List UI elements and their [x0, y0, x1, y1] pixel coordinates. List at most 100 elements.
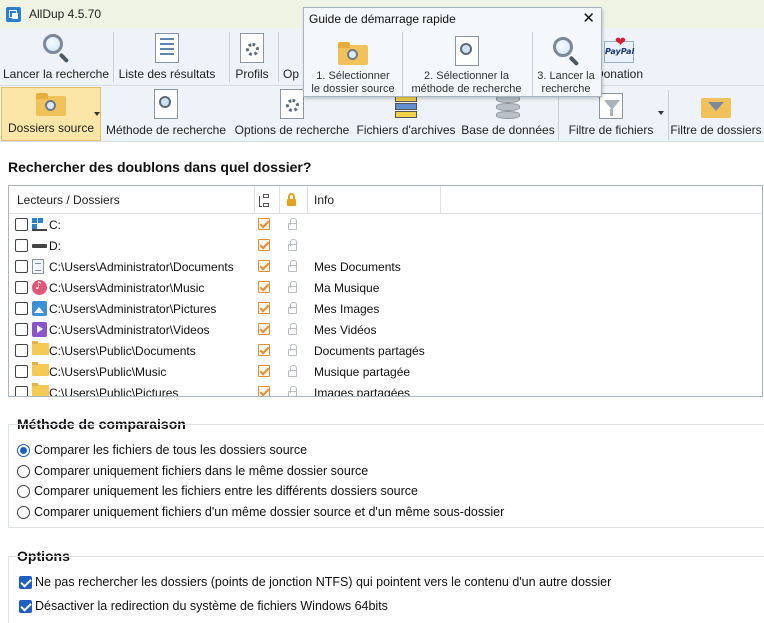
row-checkbox[interactable] [15, 239, 28, 252]
row-checkbox[interactable] [15, 302, 28, 315]
column-folders[interactable]: Lecteurs / Dossiers [17, 186, 120, 214]
close-icon[interactable]: ✕ [582, 9, 595, 27]
table-row[interactable]: C:\Users\Administrator\Documents Mes Docu… [9, 256, 762, 277]
profiles-button[interactable]: Profils [231, 28, 273, 86]
alldup-window: AllDup 4.5.70 Lancer la recherche Liste … [0, 0, 764, 623]
options-button[interactable]: Op [283, 28, 305, 86]
step-1-line2: le dossier source [311, 83, 395, 95]
option-checkbox-1[interactable] [19, 576, 32, 589]
include-subfolders-checkbox[interactable] [258, 218, 270, 230]
table-row[interactable]: C:\Users\Administrator\Pictures Mes Image… [9, 298, 762, 319]
search-options-gear-icon [280, 89, 304, 119]
folder-path: C:\Users\Public\Pictures [49, 386, 179, 397]
quickstart-step-1[interactable]: 1. Sélectionner le dossier source [305, 32, 401, 98]
lock-icon[interactable] [288, 239, 297, 251]
profiles-label: Profils [235, 67, 269, 81]
include-subfolders-checkbox[interactable] [258, 281, 270, 293]
source-folder-icon [36, 93, 66, 117]
table-row[interactable]: C: [9, 214, 762, 235]
row-checkbox[interactable] [15, 260, 28, 273]
folder-path: C:\Users\Administrator\Documents [49, 260, 234, 274]
start-search-button[interactable]: Lancer la recherche [2, 28, 110, 86]
subfolders-column-icon[interactable] [258, 186, 272, 214]
folder-path: C:\Users\Administrator\Music [49, 281, 205, 295]
comparison-option-label[interactable]: Comparer uniquement les fichiers entre l… [34, 484, 418, 498]
include-subfolders-checkbox[interactable] [258, 260, 270, 272]
folders-grid[interactable]: Lecteurs / Dossiers Info C: D: C:\Users\Ad… [8, 185, 763, 397]
option-label[interactable]: Ne pas rechercher les dossiers (points d… [35, 575, 611, 589]
source-folders-label: Dossiers source [7, 121, 95, 135]
table-row[interactable]: D: [9, 235, 762, 256]
lock-icon[interactable] [288, 260, 297, 272]
paypal-icon: ❤ PayPal [604, 35, 634, 63]
row-checkbox[interactable] [15, 323, 28, 336]
lock-icon[interactable] [288, 365, 297, 377]
row-checkbox[interactable] [15, 344, 28, 357]
tab-source-folders[interactable]: Dossiers source [1, 87, 101, 141]
row-checkbox[interactable] [15, 386, 28, 396]
tab-search-method[interactable]: Méthode de recherche [104, 86, 228, 142]
folder-info: Ma Musique [314, 281, 380, 295]
search-method-label: Méthode de recherche [105, 123, 227, 137]
results-list-icon [155, 33, 179, 63]
folder-info: Musique partagée [314, 365, 411, 379]
lock-column-icon[interactable] [285, 186, 299, 214]
comparison-radio-3[interactable] [17, 485, 30, 498]
results-list-button[interactable]: Liste des résultats [116, 28, 218, 86]
comparison-radio-2[interactable] [17, 465, 30, 478]
lock-icon[interactable] [288, 281, 297, 293]
search-method-icon [154, 89, 178, 119]
comparison-option-label[interactable]: Comparer les fichiers de tous les dossie… [34, 443, 307, 457]
pictures-icon [32, 301, 47, 316]
option-checkbox-2[interactable] [19, 600, 32, 613]
step-3-line2: recherche [541, 83, 591, 95]
folder-path: C:\Users\Public\Music [49, 365, 167, 379]
include-subfolders-checkbox[interactable] [258, 386, 270, 396]
folder-path: C: [49, 218, 61, 232]
documents-icon [32, 259, 44, 274]
column-info[interactable]: Info [314, 186, 334, 214]
magnifier-icon [41, 33, 71, 64]
results-list-label: Liste des résultats [118, 67, 216, 81]
lock-icon[interactable] [288, 344, 297, 356]
row-checkbox[interactable] [15, 365, 28, 378]
lock-icon[interactable] [288, 386, 297, 396]
table-row[interactable]: C:\Users\Administrator\Music Ma Musique [9, 277, 762, 298]
folder-info: Documents partagés [314, 344, 425, 358]
include-subfolders-checkbox[interactable] [258, 239, 270, 251]
include-subfolders-checkbox[interactable] [258, 323, 270, 335]
comparison-radio-1[interactable] [17, 444, 30, 457]
table-row[interactable]: C:\Users\Public\Documents Documents parta… [9, 340, 762, 361]
step-2-line2: méthode de recherche [411, 83, 522, 95]
comparison-option-label[interactable]: Comparer uniquement fichiers d'un même d… [34, 505, 504, 519]
start-search-label: Lancer la recherche [2, 67, 110, 81]
include-subfolders-checkbox[interactable] [258, 302, 270, 314]
table-row[interactable]: C:\Users\Administrator\Videos Mes Vidéos [9, 319, 762, 340]
tab-folder-filter[interactable]: Filtre de dossiers [670, 86, 762, 142]
quickstart-step-3[interactable]: 3. Lancer la recherche [533, 32, 599, 98]
lock-icon[interactable] [288, 218, 297, 230]
row-checkbox[interactable] [15, 281, 28, 294]
drive-c-icon [32, 217, 47, 232]
include-subfolders-checkbox[interactable] [258, 344, 270, 356]
folder-icon [32, 383, 49, 396]
row-checkbox[interactable] [15, 218, 28, 231]
lock-icon[interactable] [288, 323, 297, 335]
comparison-option-label[interactable]: Comparer uniquement fichiers dans le mêm… [34, 464, 368, 478]
file-filter-icon [599, 93, 623, 119]
table-row[interactable]: C:\Users\Public\Pictures Images partagées [9, 382, 762, 397]
table-row[interactable]: C:\Users\Public\Music Musique partagée [9, 361, 762, 382]
options-label: Op [283, 67, 300, 81]
quickstart-popup: Guide de démarrage rapide ✕ 1. Sélection… [303, 7, 602, 97]
comparison-radio-4[interactable] [17, 506, 30, 519]
quickstart-step-2[interactable]: 2. Sélectionner la méthode de recherche [403, 32, 530, 98]
lock-icon[interactable] [288, 302, 297, 314]
step-1-line1: 1. Sélectionner [316, 70, 390, 82]
include-subfolders-checkbox[interactable] [258, 365, 270, 377]
database-label: Base de données [461, 123, 555, 137]
folder-path: C:\Users\Public\Documents [49, 344, 196, 358]
chevron-down-icon[interactable] [94, 112, 100, 116]
folder-info: Mes Documents [314, 260, 401, 274]
option-label[interactable]: Désactiver la redirection du système de … [35, 599, 388, 613]
chevron-down-icon[interactable] [658, 111, 664, 115]
